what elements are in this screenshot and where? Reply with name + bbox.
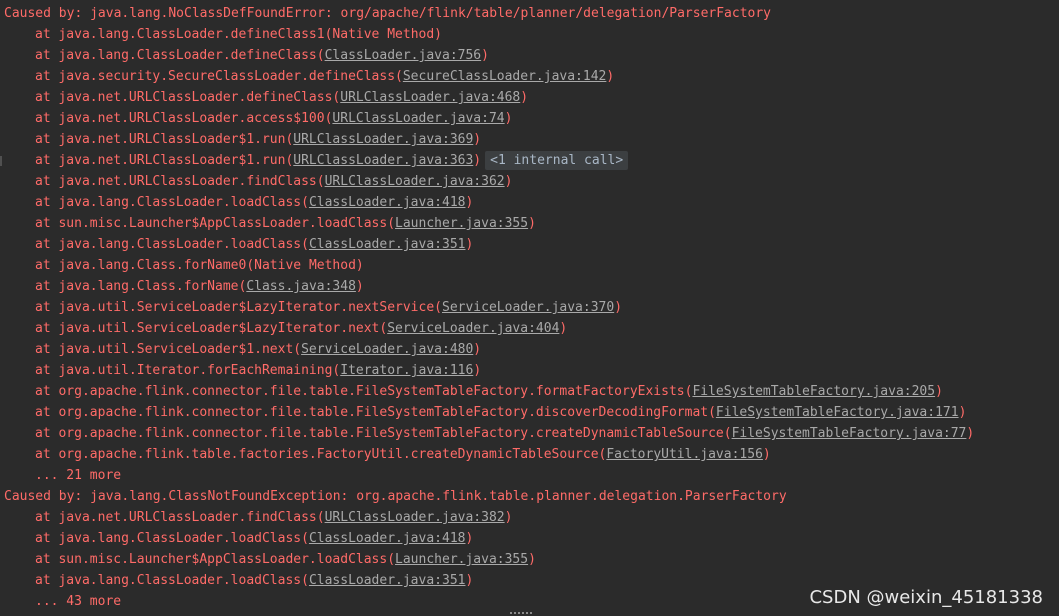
frame-method: at java.util.ServiceLoader$LazyIterator.… xyxy=(35,300,435,315)
stack-frame-line: at java.lang.ClassLoader.defineClass(Cla… xyxy=(35,48,489,63)
frame-method: at java.net.URLClassLoader.defineClass xyxy=(35,90,333,105)
console-output: Caused by: java.lang.NoClassDefFoundErro… xyxy=(0,0,1059,616)
frame-method: at java.lang.ClassLoader.defineClass1 xyxy=(35,27,325,42)
stack-frame-line: at java.net.URLClassLoader$1.run(URLClas… xyxy=(0,150,1059,171)
exception-cause-line: Caused by: java.lang.ClassNotFoundExcept… xyxy=(4,489,787,504)
watermark: CSDN @weixin_45181338 xyxy=(809,587,1043,608)
source-link[interactable]: Iterator.java:116 xyxy=(340,363,473,378)
stack-frame-line: at java.net.URLClassLoader.findClass(URL… xyxy=(35,510,513,525)
source-link[interactable]: SecureClassLoader.java:142 xyxy=(403,69,607,84)
stack-frame-line: at java.lang.ClassLoader.loadClass(Class… xyxy=(35,237,474,252)
source-link[interactable]: ClassLoader.java:756 xyxy=(325,48,482,63)
source-link[interactable]: URLClassLoader.java:468 xyxy=(340,90,520,105)
source-link[interactable]: FactoryUtil.java:156 xyxy=(606,447,763,462)
stack-frame-line: at java.util.ServiceLoader$1.next(Servic… xyxy=(35,342,482,357)
frame-method: at java.net.URLClassLoader.access$100 xyxy=(35,111,325,126)
stack-frame-line: at java.net.URLClassLoader.access$100(UR… xyxy=(35,111,513,126)
frame-source: Native Method xyxy=(254,258,356,273)
stack-frame-line: at java.net.URLClassLoader.findClass(URL… xyxy=(35,174,513,189)
frame-method: at java.security.SecureClassLoader.defin… xyxy=(35,69,396,84)
stack-frame-line: at java.net.URLClassLoader$1.run(URLClas… xyxy=(35,132,482,147)
stack-frame-line: at java.util.ServiceLoader$LazyIterator.… xyxy=(35,321,568,336)
stack-frame-line: at org.apache.flink.connector.file.table… xyxy=(35,405,967,420)
source-link[interactable]: URLClassLoader.java:369 xyxy=(293,132,473,147)
source-link[interactable]: ClassLoader.java:351 xyxy=(309,237,466,252)
frame-method: at java.net.URLClassLoader$1.run xyxy=(35,153,286,168)
frame-method: at org.apache.flink.connector.file.table… xyxy=(35,384,685,399)
frame-method: at org.apache.flink.table.factories.Fact… xyxy=(35,447,599,462)
frame-method: at java.util.ServiceLoader$LazyIterator.… xyxy=(35,321,380,336)
frame-method: at java.lang.ClassLoader.loadClass xyxy=(35,531,302,546)
source-link[interactable]: URLClassLoader.java:363 xyxy=(293,153,473,168)
scroll-indicator xyxy=(510,612,532,616)
frame-method: at java.util.ServiceLoader$1.next xyxy=(35,342,294,357)
source-link[interactable]: ServiceLoader.java:370 xyxy=(442,300,614,315)
source-link[interactable]: FileSystemTableFactory.java:171 xyxy=(716,405,959,420)
source-link[interactable]: ServiceLoader.java:480 xyxy=(301,342,473,357)
frame-method: at java.lang.ClassLoader.loadClass xyxy=(35,573,302,588)
frame-method: at java.lang.ClassLoader.loadClass xyxy=(35,237,302,252)
stack-frame-line: at java.util.Iterator.forEachRemaining(I… xyxy=(35,363,482,378)
frame-method: at java.lang.Class.forName0 xyxy=(35,258,247,273)
source-link[interactable]: URLClassLoader.java:362 xyxy=(325,174,505,189)
source-link[interactable]: FileSystemTableFactory.java:77 xyxy=(732,426,967,441)
stack-frame-line: at java.lang.ClassLoader.loadClass(Class… xyxy=(35,531,474,546)
stack-frame-line: at java.lang.Class.forName(Class.java:34… xyxy=(35,279,364,294)
source-link[interactable]: URLClassLoader.java:382 xyxy=(325,510,505,525)
frame-method: at java.lang.ClassLoader.loadClass xyxy=(35,195,302,210)
source-link[interactable]: ClassLoader.java:418 xyxy=(309,531,466,546)
source-link[interactable]: ClassLoader.java:418 xyxy=(309,195,466,210)
source-link[interactable]: ClassLoader.java:351 xyxy=(309,573,466,588)
stack-frame-line: at org.apache.flink.connector.file.table… xyxy=(35,426,975,441)
source-link[interactable]: Class.java:348 xyxy=(246,279,356,294)
stack-frame-line: at java.lang.ClassLoader.defineClass1(Na… xyxy=(35,27,442,42)
frame-method: at org.apache.flink.connector.file.table… xyxy=(35,426,724,441)
frame-method: at java.lang.ClassLoader.defineClass xyxy=(35,48,317,63)
stack-frame-line: at java.lang.Class.forName0(Native Metho… xyxy=(35,258,364,273)
frame-method: at java.lang.Class.forName xyxy=(35,279,239,294)
stack-frame-line: at java.lang.ClassLoader.loadClass(Class… xyxy=(35,195,474,210)
stack-frame-line: at java.util.ServiceLoader$LazyIterator.… xyxy=(35,300,623,315)
frame-method: at org.apache.flink.connector.file.table… xyxy=(35,405,709,420)
stack-frame-line: at org.apache.flink.table.factories.Fact… xyxy=(35,447,771,462)
stack-frame-line: at java.net.URLClassLoader.defineClass(U… xyxy=(35,90,529,105)
frame-method: at java.net.URLClassLoader.findClass xyxy=(35,174,317,189)
source-link[interactable]: ServiceLoader.java:404 xyxy=(387,321,559,336)
frame-method: at java.net.URLClassLoader$1.run xyxy=(35,132,286,147)
stack-frame-line: at java.security.SecureClassLoader.defin… xyxy=(35,69,615,84)
frame-source: Native Method xyxy=(332,27,435,42)
source-link[interactable]: URLClassLoader.java:74 xyxy=(332,111,504,126)
stack-frame-line: at org.apache.flink.connector.file.table… xyxy=(35,384,943,399)
frame-method: at sun.misc.Launcher$AppClassLoader.load… xyxy=(35,216,388,231)
source-link[interactable]: FileSystemTableFactory.java:205 xyxy=(692,384,935,399)
exception-cause-line: Caused by: java.lang.NoClassDefFoundErro… xyxy=(4,6,772,21)
gutter-fold-marker[interactable] xyxy=(0,156,2,166)
internal-call-fold-button[interactable]: <1 internal call> xyxy=(485,151,629,170)
stack-frame-line: at sun.misc.Launcher$AppClassLoader.load… xyxy=(35,216,536,231)
stack-frame-line: at sun.misc.Launcher$AppClassLoader.load… xyxy=(35,552,536,567)
source-link[interactable]: Launcher.java:355 xyxy=(395,552,528,567)
frame-method: at sun.misc.Launcher$AppClassLoader.load… xyxy=(35,552,388,567)
frame-method: at java.net.URLClassLoader.findClass xyxy=(35,510,317,525)
source-link[interactable]: Launcher.java:355 xyxy=(395,216,528,231)
frame-method: at java.util.Iterator.forEachRemaining xyxy=(35,363,333,378)
more-frames-line: ... 21 more xyxy=(35,468,122,483)
stack-trace: Caused by: java.lang.NoClassDefFoundErro… xyxy=(0,3,1059,612)
